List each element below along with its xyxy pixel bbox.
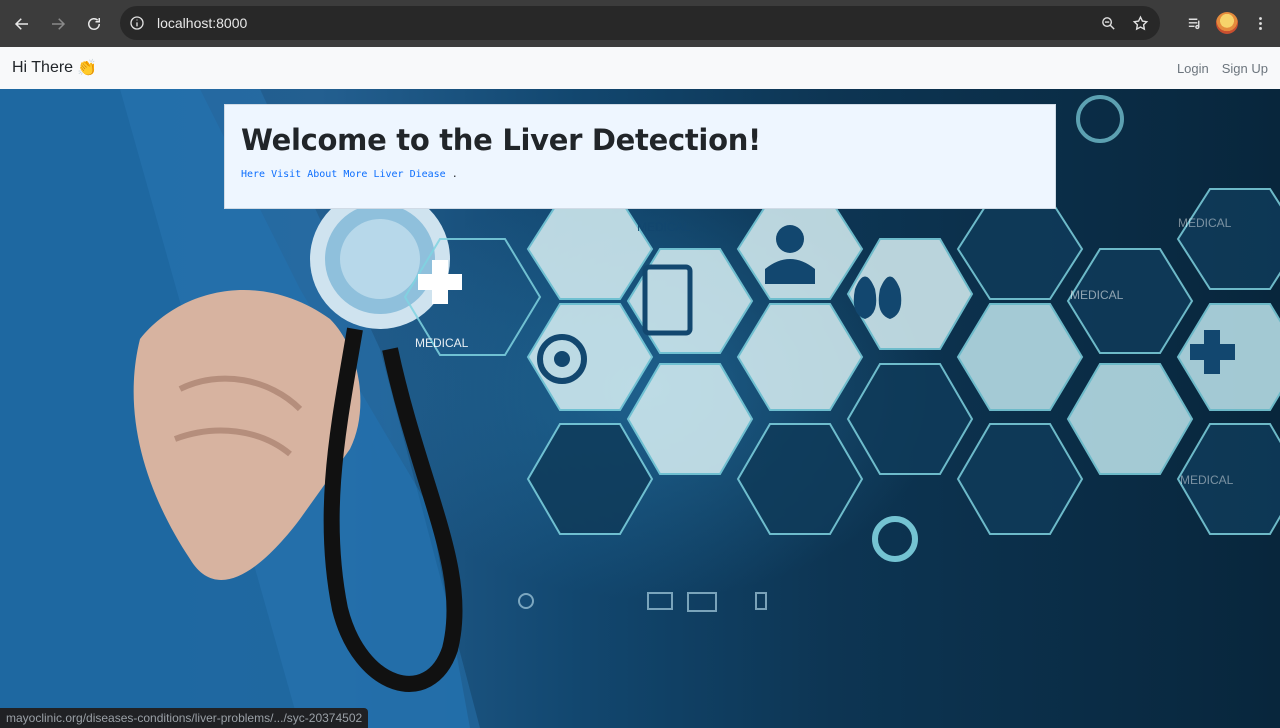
lead-suffix: . bbox=[445, 169, 458, 180]
hex-label: MEDICAL bbox=[1178, 216, 1232, 230]
nav-links: Login Sign Up bbox=[1177, 61, 1268, 76]
liver-disease-link[interactable]: Here Visit About More Liver Diease bbox=[241, 169, 446, 180]
info-icon[interactable] bbox=[120, 6, 154, 40]
hex-label: MEDICAL bbox=[637, 220, 691, 234]
reload-icon[interactable] bbox=[76, 6, 112, 42]
back-icon[interactable] bbox=[4, 6, 40, 42]
media-icon[interactable] bbox=[1180, 9, 1208, 37]
forward-icon[interactable] bbox=[40, 6, 76, 42]
hex-label: MEDICAL bbox=[1070, 288, 1124, 302]
browser-toolbar: localhost:8000 bbox=[0, 0, 1280, 47]
profile-avatar[interactable] bbox=[1216, 12, 1238, 34]
address-bar[interactable]: localhost:8000 bbox=[120, 6, 1160, 40]
star-icon[interactable] bbox=[1128, 11, 1152, 35]
welcome-jumbotron: Welcome to the Liver Detection! Here Vis… bbox=[224, 104, 1056, 209]
page-title: Welcome to the Liver Detection! bbox=[241, 123, 761, 157]
jumbotron-lead: Here Visit About More Liver Diease . bbox=[241, 169, 1039, 180]
signup-link[interactable]: Sign Up bbox=[1222, 61, 1268, 76]
url-text[interactable]: localhost:8000 bbox=[157, 15, 247, 31]
menu-icon[interactable] bbox=[1246, 9, 1274, 37]
brand-text: Hi There bbox=[12, 59, 74, 76]
link-status-bubble: mayoclinic.org/diseases-conditions/liver… bbox=[0, 708, 369, 728]
hex-label: MEDICAL bbox=[1180, 473, 1234, 487]
login-link[interactable]: Login bbox=[1177, 61, 1209, 76]
clapping-hands-icon: 👏 bbox=[77, 60, 97, 77]
site-navbar: Hi There 👏 Login Sign Up bbox=[0, 47, 1280, 89]
zoom-icon[interactable] bbox=[1096, 11, 1120, 35]
hex-label: MEDICAL bbox=[415, 336, 469, 350]
navbar-brand[interactable]: Hi There 👏 bbox=[12, 58, 97, 78]
